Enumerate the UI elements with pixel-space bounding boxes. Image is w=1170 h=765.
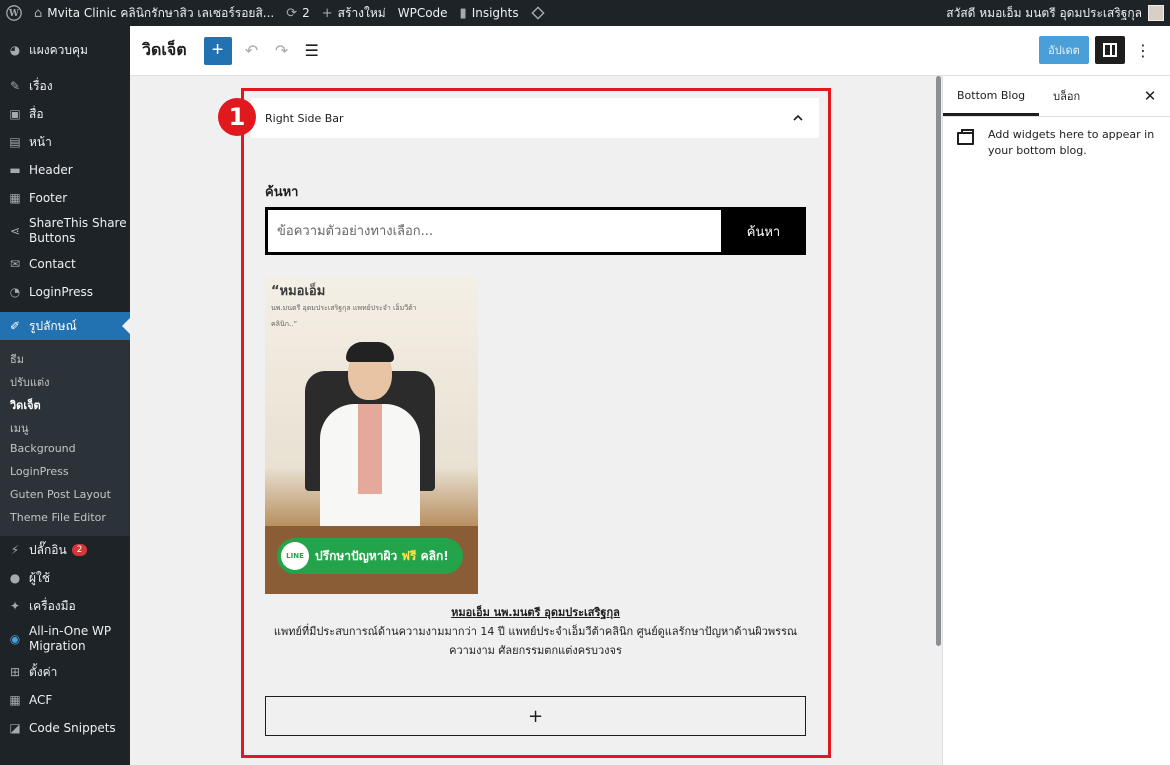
update-button[interactable]: อัปเดต xyxy=(1039,36,1089,64)
acf-icon: ▦ xyxy=(9,693,21,707)
sidebar-panel-icon xyxy=(1103,43,1117,57)
widget-area-info: Add widgets here to appear in your botto… xyxy=(957,127,1157,159)
sidebar-item-migration[interactable]: ◉ All-in-One WP Migration xyxy=(0,620,130,658)
sidebar-item-pages[interactable]: ▤ หน้า xyxy=(0,128,130,156)
sidebar-item-media[interactable]: ▣ สื่อ xyxy=(0,100,130,128)
wordpress-logo-icon[interactable]: W xyxy=(0,0,28,26)
dashboard-icon: ◕ xyxy=(9,43,21,57)
sidebar-item-plugins[interactable]: ⚡ ปลั๊กอิน 2 xyxy=(0,536,130,564)
home-icon: ⌂ xyxy=(34,5,43,21)
admin-bar: W ⌂ Mvita Clinic คลินิกรักษาสิว เลเซอร์ร… xyxy=(0,0,1170,26)
undo-icon[interactable]: ↶ xyxy=(240,37,264,65)
user-account-link[interactable]: สวัสดี หมอเอ็ม มนตรี อุดมประเสริฐกุล xyxy=(940,0,1170,26)
scrollbar-thumb[interactable] xyxy=(936,76,941,646)
appearance-submenu: ธีม ปรับแต่ง วิดเจ็ต เมนู Background Log… xyxy=(0,340,130,536)
code-icon: ◪ xyxy=(9,721,21,735)
svg-text:W: W xyxy=(8,9,19,19)
submenu-item-widgets[interactable]: วิดเจ็ต xyxy=(0,392,130,415)
page-icon: ▤ xyxy=(9,135,21,149)
settings-icon: ⊞ xyxy=(9,665,21,679)
submenu-item-themes[interactable]: ธีม xyxy=(0,346,130,369)
bar-chart-icon: ▮ xyxy=(459,5,467,21)
wpcode-link[interactable]: WPCode xyxy=(392,0,454,26)
pin-icon: ✎ xyxy=(9,79,21,93)
widget-area-description: Add widgets here to appear in your botto… xyxy=(988,128,1155,157)
sidebar-item-acf[interactable]: ▦ ACF xyxy=(0,686,130,714)
submenu-item-theme-file-editor[interactable]: Theme File Editor xyxy=(0,507,130,530)
insights-link[interactable]: ▮ Insights xyxy=(454,0,525,26)
sidebar-item-header[interactable]: ▬ Header xyxy=(0,156,130,184)
tab-block[interactable]: บล็อก xyxy=(1039,75,1094,116)
step-number-badge: 1 xyxy=(218,98,256,136)
site-name-link[interactable]: ⌂ Mvita Clinic คลินิกรักษาสิว เลเซอร์รอย… xyxy=(28,0,280,26)
avatar xyxy=(1148,5,1164,21)
settings-toggle-button[interactable] xyxy=(1095,36,1125,64)
plugin-update-badge: 2 xyxy=(71,544,88,556)
sidebar-item-code-snippets[interactable]: ◪ Code Snippets xyxy=(0,714,130,742)
canvas-scrollbar[interactable] xyxy=(935,76,942,765)
diamond-icon[interactable] xyxy=(525,0,551,26)
refresh-icon: ⟳ xyxy=(286,5,298,21)
settings-tabs: Bottom Blog บล็อก xyxy=(943,76,1170,117)
plugin-icon: ⚡ xyxy=(10,543,20,557)
mail-icon: ✉ xyxy=(9,257,21,271)
annotation-highlight-box xyxy=(241,88,831,758)
migration-icon: ◉ xyxy=(9,632,21,646)
loginpress-icon: ◔ xyxy=(9,285,21,299)
sidebar-item-footer[interactable]: ▦ Footer xyxy=(0,184,130,212)
sidebar-item-sharethis[interactable]: ⋖ ShareThis Share Buttons xyxy=(0,212,130,250)
more-options-icon[interactable]: ⋮ xyxy=(1135,36,1151,64)
sidebar-item-settings[interactable]: ⊞ ตั้งค่า xyxy=(0,658,130,686)
redo-icon[interactable]: ↷ xyxy=(270,37,294,65)
settings-sidebar: Bottom Blog บล็อก ✕ Add widgets here to … xyxy=(942,76,1170,765)
sidebar-item-tools[interactable]: ✦ เครื่องมือ xyxy=(0,592,130,620)
submenu-item-customize[interactable]: ปรับแต่ง xyxy=(0,369,130,392)
share-icon: ⋖ xyxy=(9,224,21,238)
plus-icon: + xyxy=(211,39,224,61)
add-block-button[interactable]: + xyxy=(203,36,232,65)
editor-header: วิดเจ็ต + ↶ ↷ ☰ อัปเดต ⋮ xyxy=(130,26,1170,76)
folder-icon: ▬ xyxy=(9,163,21,177)
updates-link[interactable]: ⟳ 2 xyxy=(280,0,316,26)
close-icon[interactable]: ✕ xyxy=(1140,86,1160,106)
submenu-item-menus[interactable]: เมนู xyxy=(0,415,130,438)
sidebar-item-dashboard[interactable]: ◕ แผงควบคุม xyxy=(0,36,130,64)
grid-icon: ▦ xyxy=(9,191,21,205)
sidebar-item-loginpress[interactable]: ◔ LoginPress xyxy=(0,278,130,306)
plus-icon: + xyxy=(321,5,333,21)
media-icon: ▣ xyxy=(9,107,21,121)
wrench-icon: ✦ xyxy=(9,599,21,613)
tab-bottom-blog[interactable]: Bottom Blog xyxy=(943,75,1040,116)
sidebar-item-posts[interactable]: ✎ เรื่อง xyxy=(0,72,130,100)
admin-sidebar: ◕ แผงควบคุม ✎ เรื่อง ▣ สื่อ ▤ หน้า ▬ Header ▦… xyxy=(0,26,130,765)
submenu-item-loginpress[interactable]: LoginPress xyxy=(0,461,130,484)
brush-icon: ✐ xyxy=(9,319,21,333)
submenu-item-background[interactable]: Background xyxy=(0,438,130,461)
sidebar-item-contact[interactable]: ✉ Contact xyxy=(0,250,130,278)
user-icon: ● xyxy=(9,571,21,585)
sidebar-item-appearance[interactable]: ✐ รูปลักษณ์ xyxy=(0,312,130,340)
widget-area-icon xyxy=(957,129,974,145)
page-title: วิดเจ็ต xyxy=(142,40,187,59)
list-view-icon[interactable]: ☰ xyxy=(300,37,324,65)
new-content-link[interactable]: + สร้างใหม่ xyxy=(316,0,392,26)
sidebar-item-users[interactable]: ● ผู้ใช้ xyxy=(0,564,130,592)
submenu-item-guten-post-layout[interactable]: Guten Post Layout xyxy=(0,484,130,507)
